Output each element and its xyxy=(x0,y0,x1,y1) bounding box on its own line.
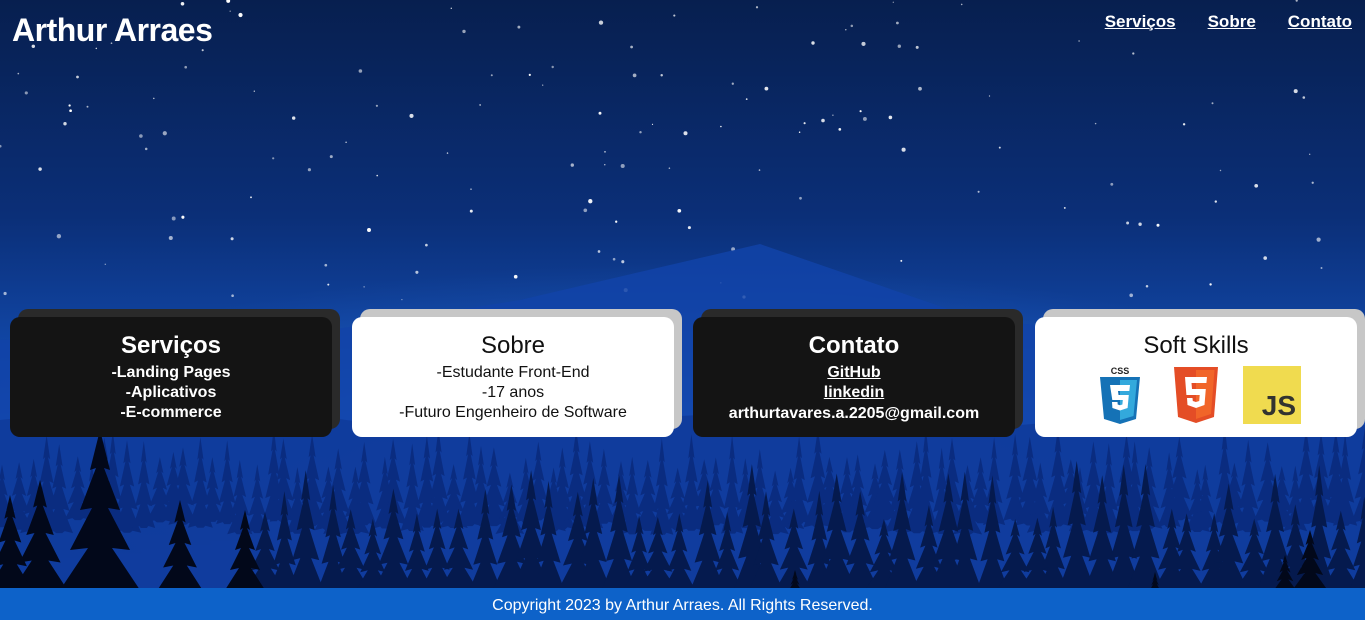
contato-card: Contato GitHub linkedin arthurtavares.a.… xyxy=(693,317,1015,437)
site-title: Arthur Arraes xyxy=(12,12,213,48)
linkedin-link[interactable]: linkedin xyxy=(693,383,1015,403)
sobre-card-wrapper: Sobre -Estudante Front-End -17 anos -Fut… xyxy=(352,309,682,437)
nav-link-servicos[interactable]: Serviços xyxy=(1105,12,1176,32)
skills-card: Soft Skills CSS JS xyxy=(1035,317,1357,437)
skills-card-wrapper: Soft Skills CSS JS xyxy=(1035,309,1365,437)
card-row: Serviços -Landing Pages -Aplicativos -E-… xyxy=(10,309,1365,437)
css3-icon: CSS xyxy=(1091,365,1149,425)
servicos-item-ecommerce: -E-commerce xyxy=(120,404,222,421)
js-label: JS xyxy=(1261,390,1296,421)
footer: Copyright 2023 by Arthur Arraes. All Rig… xyxy=(0,588,1365,620)
javascript-icon: JS xyxy=(1243,365,1301,425)
servicos-card-title: Serviços xyxy=(120,332,222,359)
contato-card-title: Contato xyxy=(808,332,900,359)
skills-card-title: Soft Skills xyxy=(1143,332,1249,359)
skills-icon-row: CSS JS xyxy=(1035,365,1357,425)
css-label: CSS xyxy=(1111,366,1130,376)
servicos-card: Serviços -Landing Pages -Aplicativos -E-… xyxy=(10,317,332,437)
sobre-item-student: -Estudante Front-End xyxy=(436,364,590,381)
servicos-item-aplicativos: -Aplicativos xyxy=(125,384,217,401)
sobre-item-goal: -Futuro Engenheiro de Software xyxy=(399,404,627,421)
sobre-card-title: Sobre xyxy=(480,332,546,359)
copyright-text: Copyright 2023 by Arthur Arraes. All Rig… xyxy=(492,597,873,614)
contact-email: arthurtavares.a.2205@gmail.com xyxy=(728,405,980,422)
servicos-card-wrapper: Serviços -Landing Pages -Aplicativos -E-… xyxy=(10,309,340,437)
github-link[interactable]: GitHub xyxy=(693,363,1015,383)
servicos-item-landing-pages: -Landing Pages xyxy=(111,364,231,381)
html5-icon xyxy=(1167,365,1225,425)
sobre-card: Sobre -Estudante Front-End -17 anos -Fut… xyxy=(352,317,674,437)
contato-card-wrapper: Contato GitHub linkedin arthurtavares.a.… xyxy=(693,309,1023,437)
nav-link-sobre[interactable]: Sobre xyxy=(1208,12,1256,32)
nav-link-contato[interactable]: Contato xyxy=(1288,12,1352,32)
main-nav: Serviços Sobre Contato xyxy=(1105,12,1352,32)
sobre-item-age: -17 anos xyxy=(481,384,545,401)
